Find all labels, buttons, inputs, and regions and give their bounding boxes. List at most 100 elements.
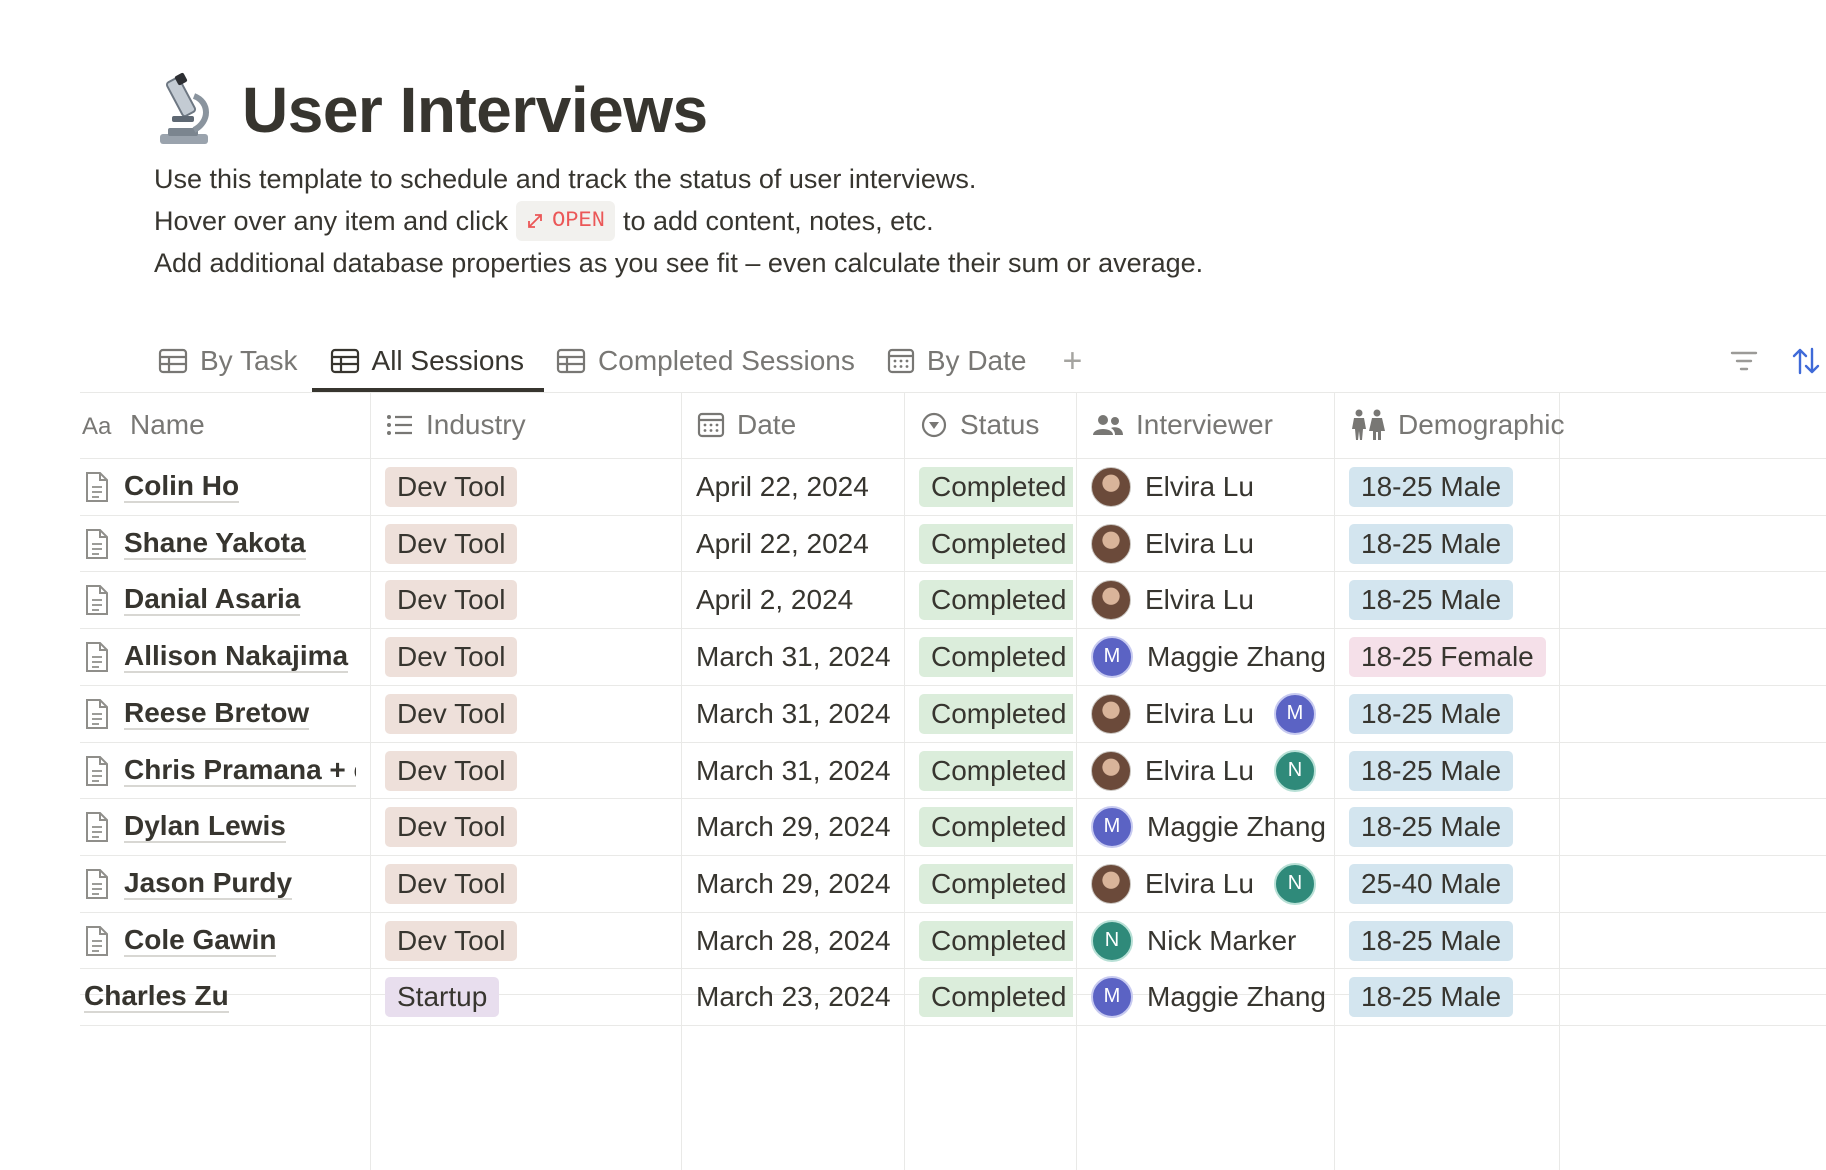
date-cell[interactable]: April 22, 2024 — [696, 515, 901, 572]
status-cell[interactable]: Completed — [919, 912, 1073, 969]
status-badge: Completed — [919, 920, 1073, 961]
interviewer-cell[interactable]: N Nick Marker — [1091, 912, 1331, 969]
column-header-demographic[interactable]: Demographic — [1350, 392, 1630, 458]
name-cell[interactable]: Jason Purdy — [84, 855, 356, 912]
demographic-cell[interactable]: 18-25 Female — [1349, 628, 1631, 685]
tab-by-task[interactable]: By Task — [154, 330, 302, 392]
industry-cell[interactable]: Dev Tool — [385, 742, 678, 799]
industry-cell[interactable]: Dev Tool — [385, 571, 678, 628]
demographic-cell[interactable]: 18-25 Male — [1349, 685, 1631, 742]
date-cell[interactable]: April 22, 2024 — [696, 458, 901, 515]
date-cell[interactable]: March 28, 2024 — [696, 912, 901, 969]
table-row[interactable]: Colin Ho Dev Tool April 22, 2024 Completed E… — [80, 458, 1826, 515]
tab-completed-sessions[interactable]: Completed Sessions — [552, 330, 859, 392]
date-cell[interactable]: March 31, 2024 — [696, 742, 901, 799]
date-cell[interactable]: March 31, 2024 — [696, 628, 901, 685]
table-row[interactable]: Chris Pramana + co Dev Tool March 31, 2024… — [80, 742, 1826, 799]
interviewer-cell[interactable]: Elvira Lu — [1091, 571, 1331, 628]
row-name-link[interactable]: Chris Pramana + co — [124, 754, 356, 787]
status-cell[interactable]: Completed — [919, 855, 1073, 912]
add-view-button[interactable]: + — [1054, 330, 1090, 392]
date-cell[interactable]: March 23, 2024 — [696, 968, 901, 1025]
industry-cell[interactable]: Dev Tool — [385, 685, 678, 742]
industry-cell[interactable]: Dev Tool — [385, 515, 678, 572]
interviewer-name: Nick — [1330, 755, 1331, 787]
status-cell[interactable]: Completed — [919, 968, 1073, 1025]
table-row[interactable]: Reese Bretow Dev Tool March 31, 2024 Comple… — [80, 685, 1826, 742]
table-row[interactable]: Cole Gawin Dev Tool March 28, 2024 Complete… — [80, 912, 1826, 969]
demographic-cell[interactable]: 18-25 Male — [1349, 798, 1631, 855]
column-header-status[interactable]: Status — [920, 392, 1072, 458]
demographic-cell[interactable]: 18-25 Male — [1349, 571, 1631, 628]
demographic-cell[interactable]: 25-40 Male — [1349, 855, 1631, 912]
date-cell[interactable]: March 29, 2024 — [696, 798, 901, 855]
sort-button[interactable] — [1786, 341, 1826, 381]
column-header-date[interactable]: Date — [697, 392, 900, 458]
name-cell[interactable]: Shane Yakota — [84, 515, 356, 572]
name-cell[interactable]: Reese Bretow — [84, 685, 356, 742]
status-cell[interactable]: Completed — [919, 685, 1073, 742]
row-name-link[interactable]: Charles Zu — [84, 980, 229, 1013]
demographic-cell[interactable]: 18-25 Male — [1349, 458, 1631, 515]
industry-cell[interactable]: Dev Tool — [385, 798, 678, 855]
interviewer-cell[interactable]: Elvira Lu — [1091, 515, 1331, 572]
industry-cell[interactable]: Startup — [385, 968, 678, 1025]
table-row[interactable]: Jason Purdy Dev Tool March 29, 2024 Complet… — [80, 855, 1826, 912]
row-name-link[interactable]: Danial Asaria — [124, 583, 301, 616]
interviewer-cell[interactable]: M Maggie Zhang — [1091, 628, 1331, 685]
name-cell[interactable]: Charles Zu — [84, 968, 356, 1025]
demographic-cell[interactable]: 18-25 Male — [1349, 742, 1631, 799]
row-name-link[interactable]: Shane Yakota — [124, 527, 306, 560]
interviewer-cell[interactable]: M Maggie Zhang — [1091, 968, 1331, 1025]
interviewer-cell[interactable]: Elvira Lu M Mag — [1091, 685, 1331, 742]
status-cell[interactable]: Completed — [919, 798, 1073, 855]
name-cell[interactable]: Colin Ho — [84, 458, 356, 515]
date-cell[interactable]: March 31, 2024 — [696, 685, 901, 742]
column-header-industry[interactable]: Industry — [386, 392, 677, 458]
interviewer-cell[interactable]: M Maggie Zhang — [1091, 798, 1331, 855]
table-row[interactable]: Danial Asaria Dev Tool April 2, 2024 Comple… — [80, 571, 1826, 628]
table-row[interactable]: Allison Nakajima Dev Tool March 31, 2024 Co… — [80, 628, 1826, 685]
industry-cell[interactable]: Dev Tool — [385, 458, 678, 515]
status-cell[interactable]: Completed — [919, 515, 1073, 572]
demographic-cell[interactable]: 18-25 Male — [1349, 968, 1631, 1025]
demographic-tag: 18-25 Male — [1349, 806, 1514, 847]
status-cell[interactable]: Completed — [919, 458, 1073, 515]
date-cell[interactable]: April 2, 2024 — [696, 571, 901, 628]
table-row[interactable]: Charles Zu Startup March 23, 2024 Completed… — [80, 968, 1826, 1025]
microscope-icon[interactable] — [154, 72, 214, 148]
column-header-name[interactable]: Aa Name — [82, 392, 352, 458]
industry-cell[interactable]: Dev Tool — [385, 912, 678, 969]
name-cell[interactable]: Cole Gawin — [84, 912, 356, 969]
column-header-label: Demographic — [1398, 409, 1565, 440]
tab-all-sessions[interactable]: All Sessions — [311, 330, 544, 392]
status-cell[interactable]: Completed — [919, 742, 1073, 799]
industry-cell[interactable]: Dev Tool — [385, 855, 678, 912]
row-name-link[interactable]: Cole Gawin — [124, 924, 277, 957]
name-cell[interactable]: Allison Nakajima — [84, 628, 356, 685]
row-name-link[interactable]: Reese Bretow — [124, 697, 310, 730]
avatar — [1091, 579, 1131, 620]
name-cell[interactable]: Chris Pramana + co — [84, 742, 356, 799]
table-row[interactable]: Shane Yakota Dev Tool April 22, 2024 Comple… — [80, 515, 1826, 572]
demographic-cell[interactable]: 18-25 Male — [1349, 515, 1631, 572]
row-name-link[interactable]: Allison Nakajima — [124, 640, 349, 673]
column-header-interviewer[interactable]: Interviewer — [1092, 392, 1330, 458]
filter-button[interactable] — [1724, 341, 1764, 381]
industry-cell[interactable]: Dev Tool — [385, 628, 678, 685]
table-row[interactable]: Dylan Lewis Dev Tool March 29, 2024 Complet… — [80, 798, 1826, 855]
name-cell[interactable]: Dylan Lewis — [84, 798, 356, 855]
status-cell[interactable]: Completed — [919, 628, 1073, 685]
row-name-link[interactable]: Colin Ho — [124, 470, 240, 503]
status-cell[interactable]: Completed — [919, 571, 1073, 628]
name-cell[interactable]: Danial Asaria — [84, 571, 356, 628]
tab-by-date[interactable]: By Date — [883, 330, 1031, 392]
interviewer-cell[interactable]: Elvira Lu N Nick — [1091, 742, 1331, 799]
page-title[interactable]: User Interviews — [242, 73, 708, 147]
row-name-link[interactable]: Dylan Lewis — [124, 810, 286, 843]
interviewer-cell[interactable]: Elvira Lu N Nick — [1091, 855, 1331, 912]
demographic-cell[interactable]: 18-25 Male — [1349, 912, 1631, 969]
date-cell[interactable]: March 29, 2024 — [696, 855, 901, 912]
row-name-link[interactable]: Jason Purdy — [124, 867, 293, 900]
interviewer-cell[interactable]: Elvira Lu — [1091, 458, 1331, 515]
